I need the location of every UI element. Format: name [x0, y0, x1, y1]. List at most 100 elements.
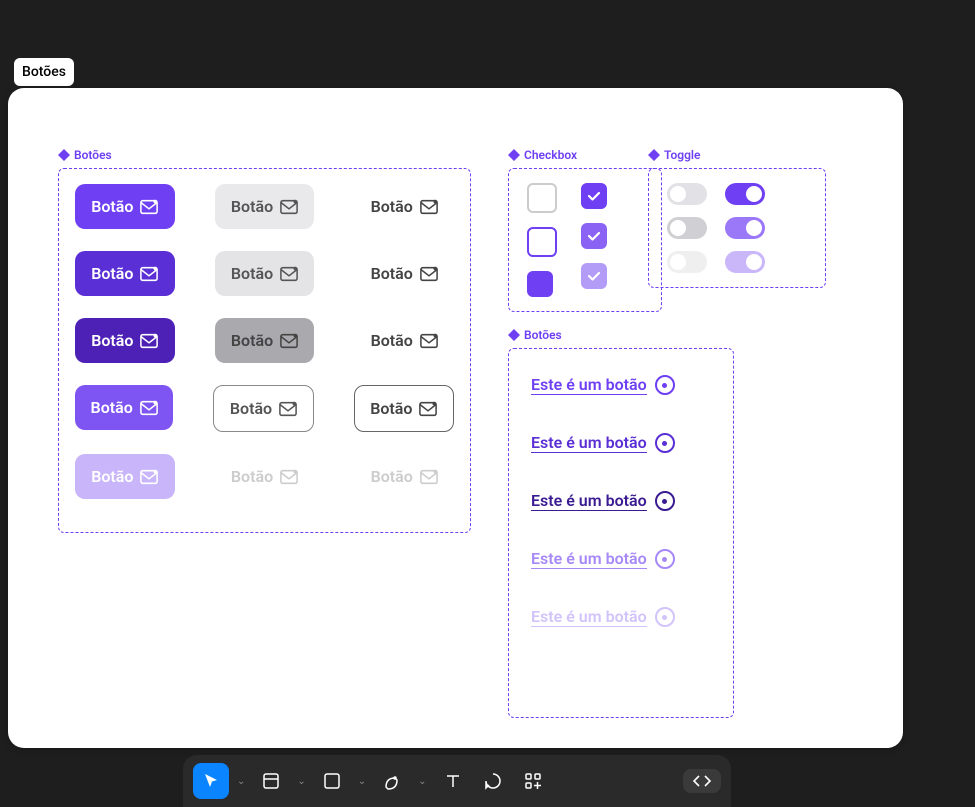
button-secondary-disabled: Botão: [215, 454, 315, 499]
mail-icon: [420, 468, 438, 486]
button-primary-pressed[interactable]: Botão: [75, 318, 175, 363]
mail-icon: [280, 198, 298, 216]
section-label-toggle: Toggle: [648, 148, 826, 162]
button-label: Botão: [91, 467, 133, 486]
button-label: Botão: [371, 197, 413, 216]
link-buttons-group[interactable]: Este é um botão Este é um botão Este é u…: [508, 348, 734, 718]
mail-icon: [280, 468, 298, 486]
tool-frame-menu[interactable]: ⌄: [293, 776, 309, 787]
button-secondary-focus[interactable]: Botão: [213, 385, 313, 432]
tool-shape-menu[interactable]: ⌄: [354, 776, 370, 787]
toggle-off-default[interactable]: [667, 183, 707, 205]
component-icon: [508, 329, 520, 341]
button-label: Botão: [91, 197, 133, 216]
toggle-on-default[interactable]: [725, 183, 765, 205]
toggle-off-hover[interactable]: [667, 217, 707, 239]
mail-icon: [140, 265, 158, 283]
tool-actions[interactable]: [515, 763, 551, 799]
button-tertiary-default[interactable]: Botão: [354, 184, 454, 229]
tool-comment[interactable]: [475, 763, 511, 799]
link-button-pressed[interactable]: Este é um botão: [531, 491, 711, 511]
buttons-group[interactable]: Botão Botão Botão Botão Botão Botão Botã…: [58, 168, 471, 533]
link-button-default[interactable]: Este é um botão: [531, 375, 711, 395]
mail-icon: [140, 198, 158, 216]
mail-icon: [140, 399, 158, 417]
button-label: Botão: [231, 331, 273, 350]
button-label: Botão: [91, 331, 133, 350]
component-icon: [508, 149, 520, 161]
section-title: Toggle: [664, 148, 700, 162]
tool-pen-menu[interactable]: ⌄: [414, 776, 430, 787]
actions-icon: [524, 772, 542, 790]
mail-icon: [140, 468, 158, 486]
frame-name-tag[interactable]: Botões: [14, 58, 74, 86]
link-button-hover[interactable]: Este é um botão: [531, 433, 711, 453]
checkbox-checked-default[interactable]: [581, 183, 607, 209]
section-title: Checkbox: [524, 148, 577, 162]
mail-icon: [420, 265, 438, 283]
button-label: Botão: [370, 399, 412, 418]
mail-icon: [420, 332, 438, 350]
tool-shape[interactable]: [314, 763, 350, 799]
link-button-focus[interactable]: Este é um botão: [531, 549, 711, 569]
button-label: Botão: [230, 399, 272, 418]
section-label-checkbox: Checkbox: [508, 148, 662, 162]
tool-move[interactable]: [193, 763, 229, 799]
mail-icon: [140, 332, 158, 350]
section-title: Botões: [74, 148, 112, 162]
rectangle-icon: [323, 772, 341, 790]
button-tertiary-hover[interactable]: Botão: [354, 251, 454, 296]
checkbox-unchecked-focus[interactable]: [527, 227, 557, 257]
check-icon: [586, 188, 602, 204]
link-label: Este é um botão: [531, 607, 647, 627]
mail-icon: [279, 400, 297, 418]
section-label-link-buttons: Botões: [508, 328, 734, 342]
link-label: Este é um botão: [531, 491, 647, 511]
button-label: Botão: [91, 264, 133, 283]
button-label: Botão: [91, 398, 133, 417]
tool-frame[interactable]: [253, 763, 289, 799]
button-primary-default[interactable]: Botão: [75, 184, 175, 229]
section-title: Botões: [524, 328, 562, 342]
mail-icon: [420, 198, 438, 216]
check-icon: [586, 228, 602, 244]
button-primary-hover[interactable]: Botão: [75, 251, 175, 296]
checkbox-checked-disabled: [581, 263, 607, 289]
target-icon: [655, 607, 675, 627]
button-tertiary-focus[interactable]: Botão: [354, 385, 454, 432]
target-icon: [655, 433, 675, 453]
check-icon: [586, 268, 602, 284]
button-secondary-hover[interactable]: Botão: [215, 251, 315, 296]
link-label: Este é um botão: [531, 375, 647, 395]
button-tertiary-pressed[interactable]: Botão: [354, 318, 454, 363]
toggle-off-disabled: [667, 251, 707, 273]
checkbox-unchecked-default[interactable]: [527, 183, 557, 213]
dev-mode-toggle[interactable]: [683, 769, 721, 793]
tool-move-menu[interactable]: ⌄: [233, 776, 249, 787]
link-label: Este é um botão: [531, 433, 647, 453]
button-primary-focus[interactable]: Botão: [75, 385, 173, 430]
mail-icon: [280, 332, 298, 350]
code-icon: [691, 773, 713, 789]
comment-icon: [483, 771, 503, 791]
button-label: Botão: [371, 331, 413, 350]
target-icon: [655, 549, 675, 569]
checkbox-group[interactable]: [508, 168, 662, 312]
cursor-icon: [201, 771, 221, 791]
tool-text[interactable]: [435, 763, 471, 799]
toggle-group[interactable]: [648, 168, 826, 288]
tool-pen[interactable]: [374, 763, 410, 799]
button-label: Botão: [371, 467, 413, 486]
text-icon: [444, 772, 462, 790]
design-canvas[interactable]: Botões Botão Botão Botão Botão Botão Bot…: [8, 88, 903, 748]
button-tertiary-disabled: Botão: [354, 454, 454, 499]
toggle-on-disabled: [725, 251, 765, 273]
button-secondary-default[interactable]: Botão: [215, 184, 315, 229]
link-button-disabled: Este é um botão: [531, 607, 711, 627]
checkbox-unchecked-pressed[interactable]: [527, 271, 553, 297]
button-secondary-pressed[interactable]: Botão: [215, 318, 315, 363]
checkbox-checked-hover[interactable]: [581, 223, 607, 249]
link-label: Este é um botão: [531, 549, 647, 569]
button-label: Botão: [231, 197, 273, 216]
toggle-on-hover[interactable]: [725, 217, 765, 239]
